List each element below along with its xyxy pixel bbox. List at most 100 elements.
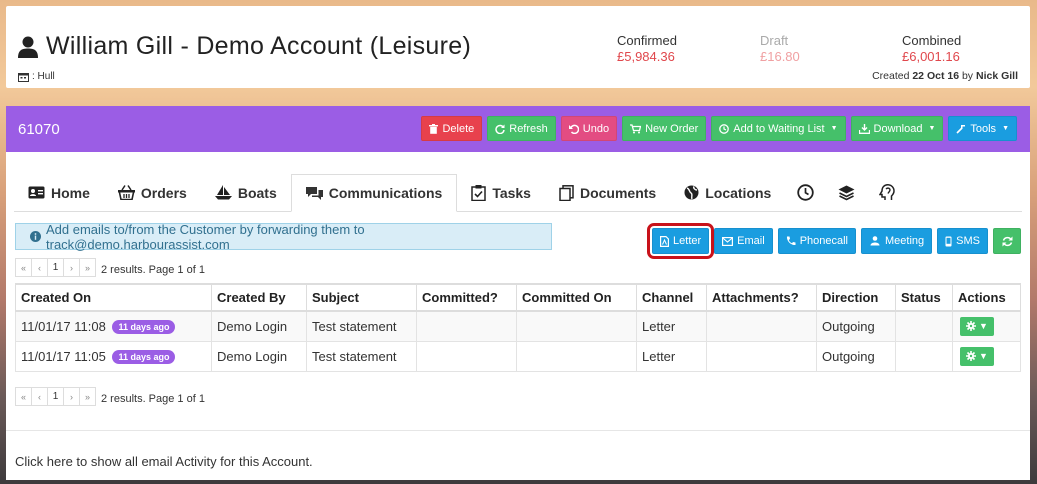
tab-label: Orders bbox=[140, 184, 187, 201]
created-info: Created 22 Oct 16 by Nick Gill bbox=[872, 70, 1018, 82]
column-header: Actions bbox=[952, 283, 1021, 312]
column-header[interactable]: Direction bbox=[816, 283, 896, 312]
pager-first[interactable]: « bbox=[15, 258, 32, 277]
toolbar: Delete Refresh Undo New Order Add to Wai… bbox=[421, 116, 1017, 141]
column-header[interactable]: Status bbox=[895, 283, 953, 312]
metric-value: £16.80 bbox=[760, 49, 800, 64]
pager-prev[interactable]: ‹ bbox=[31, 258, 48, 277]
email-label: Email bbox=[737, 235, 765, 247]
tab-locations[interactable]: Locations bbox=[670, 174, 785, 211]
cell-committed-on bbox=[516, 310, 637, 342]
add-to-waiting-list-label: Add to Waiting List bbox=[733, 122, 825, 135]
pager-last[interactable]: » bbox=[79, 258, 96, 277]
new-order-label: New Order bbox=[645, 122, 699, 135]
delete-button[interactable]: Delete bbox=[421, 116, 483, 141]
history-icon bbox=[797, 184, 815, 201]
chevron-down-icon: ▼ bbox=[1002, 125, 1009, 132]
pager-next[interactable]: › bbox=[63, 387, 80, 406]
tab-history[interactable] bbox=[785, 174, 826, 211]
refresh-icon bbox=[1002, 236, 1013, 247]
basket-icon bbox=[117, 185, 135, 200]
undo-button[interactable]: Undo bbox=[560, 116, 618, 141]
column-header[interactable]: Committed? bbox=[416, 283, 517, 312]
tab-label: Locations bbox=[705, 184, 772, 201]
meeting-label: Meeting bbox=[885, 235, 925, 247]
account-panel: 61070 Delete Refresh Undo New Order Add … bbox=[6, 106, 1030, 480]
delete-label: Delete bbox=[442, 122, 475, 135]
pager-last[interactable]: » bbox=[79, 387, 96, 406]
cell-attachments bbox=[706, 340, 817, 372]
communication-actions: Letter Email Phonecall Meeting SMS bbox=[647, 223, 1021, 259]
add-email-button[interactable]: Email bbox=[714, 228, 773, 254]
pager-page[interactable]: 1 bbox=[47, 258, 64, 277]
gear-icon bbox=[966, 321, 976, 332]
cell-subject: Test statement bbox=[306, 340, 417, 372]
tools-button[interactable]: Tools ▼ bbox=[948, 116, 1017, 141]
add-to-waiting-list-button[interactable]: Add to Waiting List ▼ bbox=[711, 116, 846, 141]
tab-home[interactable]: Home bbox=[14, 174, 104, 211]
chevron-down-icon: ▼ bbox=[928, 125, 936, 132]
tab-layers[interactable] bbox=[826, 174, 867, 211]
account-location: : Hull bbox=[18, 71, 55, 82]
pager-next[interactable]: › bbox=[63, 258, 80, 277]
column-header[interactable]: Committed On bbox=[516, 283, 637, 312]
cell-direction: Outgoing bbox=[816, 310, 896, 342]
created-by: Nick Gill bbox=[975, 70, 1018, 82]
refresh-label: Refresh bbox=[509, 122, 548, 135]
pager-page[interactable]: 1 bbox=[47, 387, 64, 406]
info-icon bbox=[30, 231, 41, 242]
tab-label: Documents bbox=[579, 184, 657, 201]
sms-label: SMS bbox=[956, 235, 980, 247]
metric-label: Confirmed bbox=[617, 33, 677, 48]
refresh-button[interactable]: Refresh bbox=[487, 116, 556, 141]
new-order-button[interactable]: New Order bbox=[622, 116, 707, 141]
tab-boats[interactable]: Boats bbox=[201, 174, 291, 211]
column-header[interactable]: Subject bbox=[306, 283, 417, 312]
show-email-activity-link[interactable]: Click here to show all email Activity fo… bbox=[15, 454, 313, 469]
created-on-text: 11/01/17 11:08 bbox=[21, 318, 106, 334]
metric-combined: Combined £6,001.16 bbox=[902, 33, 961, 64]
download-icon bbox=[858, 123, 870, 134]
pager-prev[interactable]: ‹ bbox=[31, 387, 48, 406]
cell-created-by: Demo Login bbox=[211, 310, 307, 342]
add-phonecall-button[interactable]: Phonecall bbox=[777, 228, 857, 254]
created-by-prefix: by bbox=[961, 70, 974, 82]
undo-label: Undo bbox=[582, 122, 610, 135]
tab-orders[interactable]: Orders bbox=[104, 174, 201, 211]
add-meeting-button[interactable]: Meeting bbox=[861, 228, 933, 254]
column-header[interactable]: Created By bbox=[211, 283, 307, 312]
row-actions-button[interactable]: ▼ bbox=[960, 346, 994, 366]
created-date: 22 Oct 16 bbox=[912, 70, 960, 82]
gear-icon bbox=[966, 351, 976, 361]
cell-created-by: Demo Login bbox=[211, 340, 307, 372]
table-row[interactable]: 11/01/17 11:08 11 days ago Demo Login Te… bbox=[15, 310, 1021, 342]
tab-tasks[interactable]: Tasks bbox=[457, 174, 545, 211]
chevron-down-icon: ▼ bbox=[830, 125, 838, 132]
pagination-top: « ‹ 1 › » 2 results. Page 1 of 1 bbox=[15, 258, 205, 277]
tab-insights[interactable] bbox=[867, 174, 907, 211]
phonecall-label: Phonecall bbox=[799, 235, 849, 247]
tab-documents[interactable]: Documents bbox=[545, 174, 670, 211]
pager-first[interactable]: « bbox=[15, 387, 32, 406]
account-id: 61070 bbox=[18, 121, 60, 138]
created-prefix: Created bbox=[872, 70, 910, 82]
tab-label: Tasks bbox=[492, 184, 531, 201]
download-button[interactable]: Download ▼ bbox=[850, 116, 944, 141]
account-title-text: William Gill - Demo Account (Leisure) bbox=[46, 32, 472, 60]
add-sms-button[interactable]: SMS bbox=[937, 228, 988, 254]
column-header[interactable]: Attachments? bbox=[706, 283, 817, 312]
location-text: : Hull bbox=[32, 71, 55, 82]
metric-value: £5,984.36 bbox=[617, 49, 675, 64]
add-letter-button[interactable]: Letter bbox=[647, 223, 715, 259]
reload-communications-button[interactable] bbox=[993, 228, 1021, 254]
table-row[interactable]: 11/01/17 11:05 11 days ago Demo Login Te… bbox=[15, 340, 1021, 372]
tab-bar: Home Orders Boats Communications Tasks D… bbox=[14, 174, 1022, 212]
tab-communications[interactable]: Communications bbox=[290, 174, 458, 212]
column-header[interactable]: Created On bbox=[15, 283, 212, 312]
column-header[interactable]: Channel bbox=[636, 283, 707, 312]
row-actions-button[interactable]: ▼ bbox=[960, 316, 994, 336]
refresh-icon bbox=[495, 124, 505, 134]
tab-label: Communications bbox=[328, 185, 443, 201]
chevron-down-icon: ▼ bbox=[979, 321, 988, 332]
info-alert: Add emails to/from the Customer by forwa… bbox=[15, 222, 552, 252]
